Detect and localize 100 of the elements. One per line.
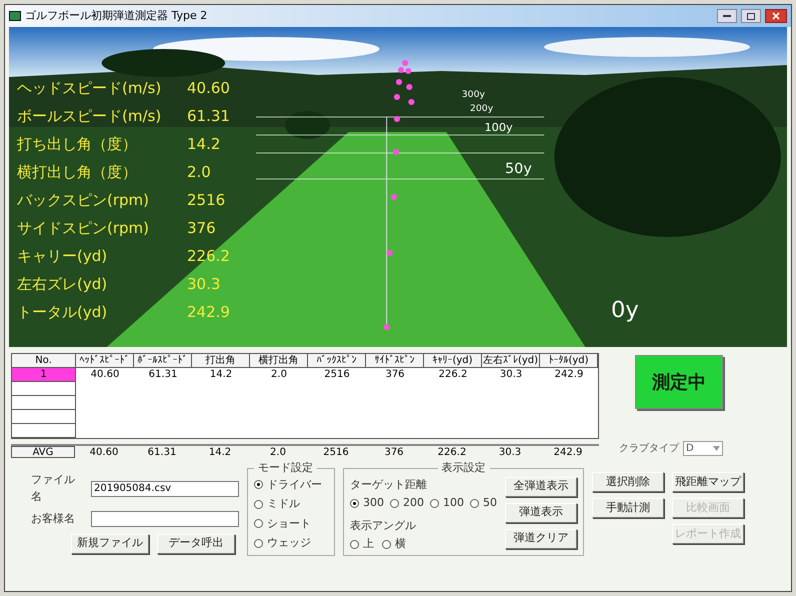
radio-button[interactable] — [382, 540, 391, 549]
distance-marker: 0y — [611, 297, 639, 323]
file-name-label: ファイル名 — [31, 472, 76, 504]
distance-marker: 100y — [484, 121, 513, 134]
stat-label: 左右ズレ(yd) — [17, 274, 108, 296]
action-button[interactable]: 弾道クリア — [505, 528, 577, 548]
radio-button[interactable] — [350, 498, 359, 508]
radio-label: 50 — [483, 495, 497, 511]
club-type-label: クラブタイプ — [619, 442, 679, 456]
radio-button[interactable] — [350, 540, 359, 549]
app-icon — [9, 11, 21, 21]
target-distance-label: ターゲット距離 — [350, 476, 428, 492]
radio-button[interactable] — [254, 519, 263, 528]
stat-label: 打ち出し角（度） — [17, 134, 138, 156]
table-cell-text: 242.9 — [554, 368, 584, 382]
radio-button[interactable] — [470, 498, 479, 508]
stat-value: 61.31 — [187, 106, 230, 128]
distance-marker: 300y — [462, 90, 485, 100]
table-cell-text: 226.2 — [438, 368, 468, 382]
radio-label: 300 — [363, 495, 384, 511]
radio-label: ドライバー — [267, 476, 322, 492]
avg-cell-text: 2516 — [322, 446, 350, 458]
window-title: ゴルフボール初期弾道測定器 Type 2 — [25, 8, 208, 24]
table-row[interactable]: 1 40.60 61.31 14.2 2.0 2516 376 226.2 30.3 242.9 — [12, 368, 598, 382]
table-cell-text: 2516 — [323, 368, 351, 382]
distance-marker: 200y — [470, 104, 494, 114]
action-button[interactable]: 全弾道表示 — [505, 476, 577, 496]
stat-value: 2.0 — [187, 162, 211, 184]
radio-label: 横 — [395, 536, 406, 552]
table-cell: 1 — [12, 368, 76, 382]
close-icon — [772, 12, 780, 20]
column-header: ﾎﾞｰﾙｽﾋﾟｰﾄﾞ — [134, 354, 192, 368]
stat-label: バックスピン(rpm) — [17, 190, 150, 212]
column-header: 打出角 — [192, 354, 250, 368]
radio-label: ウェッジ — [267, 535, 311, 551]
stat-label: キャリー(yd) — [17, 246, 108, 268]
column-header: ｷｬﾘｰ(yd) — [424, 354, 482, 368]
avg-cell-text: 30.3 — [498, 446, 522, 458]
radio-button[interactable] — [430, 498, 439, 508]
avg-cell-text: 14.2 — [208, 446, 232, 458]
display-angle-label: 表示アングル — [350, 518, 417, 534]
action-button[interactable]: 手動計測 — [592, 498, 664, 518]
table-cell-text: 376 — [384, 368, 406, 382]
tree — [284, 111, 330, 139]
table-cell-text: 30.3 — [498, 368, 524, 382]
action-button[interactable]: 飛距離マップ — [672, 472, 744, 492]
close-button[interactable] — [765, 9, 787, 23]
customer-name-label: お客様名 — [31, 511, 76, 527]
stat-value: 242.9 — [187, 302, 230, 324]
radio-button[interactable] — [254, 500, 263, 509]
table-cell-text: 61.31 — [148, 368, 178, 382]
mode-settings-title: モード設定 — [257, 460, 314, 476]
club-type-select[interactable]: D — [683, 441, 723, 456]
table-cell-text: 14.2 — [208, 368, 234, 382]
column-header: ｻｲﾄﾞｽﾋﾟﾝ — [366, 354, 424, 368]
table-cell-text: 2.0 — [270, 368, 288, 382]
avg-cell-text: 2.0 — [269, 446, 287, 458]
stat-value: 14.2 — [187, 134, 220, 156]
stat-label: 横打出し角（度） — [17, 162, 138, 184]
radio-label: ショート — [267, 516, 311, 532]
column-header: 横打出角 — [250, 354, 308, 368]
action-button[interactable]: 弾道表示 — [505, 502, 577, 522]
distance-marker: 50y — [505, 161, 532, 177]
column-header: ﾍｯﾄﾞｽﾋﾟｰﾄﾞ — [76, 354, 134, 368]
column-header: 左右ｽﾞﾚ(yd) — [482, 354, 540, 368]
avg-cell-text: 242.9 — [552, 446, 584, 458]
radio-button[interactable] — [254, 538, 263, 548]
stat-value: 30.3 — [187, 274, 220, 296]
radio-button[interactable] — [390, 498, 399, 508]
customer-name-field[interactable] — [91, 511, 239, 528]
stat-value: 226.2 — [187, 246, 230, 268]
minimize-button[interactable] — [717, 9, 737, 23]
avg-cell-text: 40.60 — [88, 446, 120, 458]
stat-label: サイドスピン(rpm) — [17, 218, 150, 240]
stat-value: 376 — [187, 218, 216, 240]
avg-cell-text: 61.31 — [146, 446, 178, 458]
table-cell-text: 40.60 — [90, 368, 120, 382]
avg-label: AVG — [11, 446, 75, 458]
restore-button[interactable] — [741, 9, 761, 23]
radio-button[interactable] — [254, 480, 263, 490]
action-button[interactable]: データ呼出 — [157, 534, 235, 554]
radio-label: ミドル — [267, 496, 300, 512]
display-settings-title: 表示設定 — [440, 460, 486, 476]
column-header: No. — [12, 354, 76, 368]
stat-label: ボールスピード(m/s) — [17, 106, 162, 128]
measure-button[interactable]: 測定中 — [635, 355, 723, 409]
radio-label: 100 — [443, 495, 464, 511]
avg-cell-text: 376 — [383, 446, 405, 458]
column-header: ﾄｰﾀﾙ(yd) — [540, 354, 598, 368]
radio-label: 上 — [363, 536, 374, 552]
action-button[interactable]: 選択削除 — [592, 472, 664, 492]
radio-label: 200 — [403, 495, 424, 511]
action-button[interactable]: 新規ファイル — [71, 534, 149, 554]
stat-value: 2516 — [187, 190, 226, 212]
stat-label: トータル(yd) — [17, 302, 108, 324]
file-name-field[interactable]: 201905084.csv — [91, 480, 239, 496]
column-header: ﾊﾞｯｸｽﾋﾟﾝ — [308, 354, 366, 368]
stat-label: ヘッドスピード(m/s) — [17, 78, 162, 100]
avg-cell-text: 226.2 — [436, 446, 468, 458]
dropdown-caret-icon — [713, 446, 720, 451]
